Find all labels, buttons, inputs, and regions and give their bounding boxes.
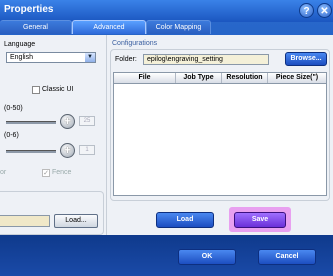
language-label: Language [4, 41, 36, 48]
advanced-panel: Language English ▼ Classic UI (0-50) + 2… [0, 35, 333, 235]
folder-label: Folder: [115, 56, 137, 63]
load-path-input[interactable] [0, 215, 50, 227]
tab-advanced[interactable]: Advanced [72, 20, 146, 34]
slider2-range-label: (0-6) [4, 132, 19, 139]
tab-color-mapping[interactable]: Color Mapping [146, 20, 211, 34]
help-icon[interactable]: ? [299, 3, 314, 18]
divider [106, 35, 107, 235]
slider1-range-label: (0-50) [4, 105, 23, 112]
left-settings: Language English ▼ Classic UI (0-50) + 2… [0, 35, 104, 235]
tab-bar: General Advanced Color Mapping [0, 19, 333, 35]
configurations-table[interactable]: File Job Type Resolution Piece Size(") [113, 72, 327, 196]
properties-window: Properties ? ✕ General Advanced Color Ma… [0, 0, 333, 276]
slider1-value[interactable]: 25 [79, 116, 95, 126]
classic-ui-checkbox[interactable] [32, 86, 40, 94]
classic-ui-label: Classic UI [42, 86, 74, 93]
language-select[interactable]: English ▼ [6, 52, 96, 63]
configurations-label: Configurations [112, 40, 158, 47]
folder-input[interactable]: epilog\engraving_setting [143, 54, 269, 65]
slider2-plus-icon[interactable]: + [60, 143, 75, 158]
cancel-button[interactable]: Cancel [258, 249, 316, 265]
chevron-down-icon[interactable]: ▼ [85, 53, 95, 62]
language-value: English [10, 54, 33, 61]
configurations-group: Folder: epilog\engraving_setting Browse.… [110, 49, 330, 201]
fence-label: Fence [52, 169, 72, 176]
slider1-plus-icon[interactable]: + [60, 114, 75, 129]
col-file[interactable]: File [114, 73, 176, 83]
close-icon[interactable]: ✕ [317, 3, 332, 18]
load-file-button[interactable]: Load... [54, 214, 98, 228]
col-job-type[interactable]: Job Type [176, 73, 222, 83]
window-title: Properties [4, 4, 54, 15]
col-piece-size[interactable]: Piece Size(") [268, 73, 326, 83]
footer-bar: OK Cancel [0, 235, 333, 276]
slider2-track[interactable] [6, 150, 56, 153]
slider2-value[interactable]: 1 [79, 145, 95, 155]
tab-general[interactable]: General [0, 20, 72, 34]
fence-checkbox[interactable]: ✓ [42, 169, 50, 177]
col-resolution[interactable]: Resolution [222, 73, 268, 83]
save-config-button[interactable]: Save [234, 212, 286, 228]
browse-button[interactable]: Browse... [285, 52, 327, 66]
slider1-track[interactable] [6, 121, 56, 124]
table-header: File Job Type Resolution Piece Size(") [114, 73, 326, 84]
load-config-button[interactable]: Load [156, 212, 214, 228]
ok-button[interactable]: OK [178, 249, 236, 265]
load-group [0, 191, 104, 235]
configurations-section: Configurations Folder: epilog\engraving_… [108, 35, 333, 235]
truncated-label: or [0, 169, 7, 176]
